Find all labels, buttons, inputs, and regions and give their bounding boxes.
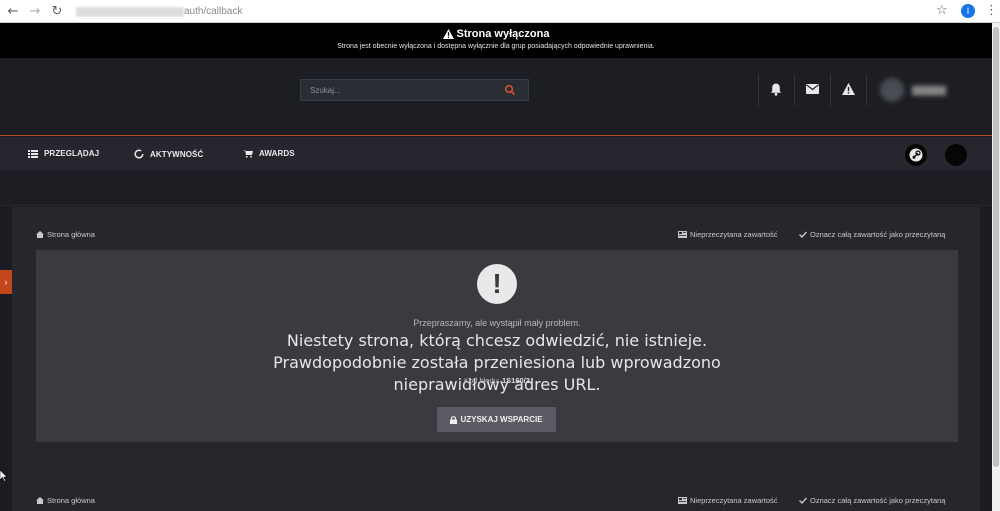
main-navigation: PRZEGLĄDAJ AKTYWNOŚĆ AWARDS xyxy=(0,137,992,171)
error-code: Kod błędu: 1S160/2 xyxy=(36,376,958,385)
reload-icon[interactable]: ↻ xyxy=(48,2,66,20)
user-name-redacted: ██████ xyxy=(912,85,947,95)
error-code-value: 1S160/2 xyxy=(502,376,530,385)
theme-toggle-button[interactable] xyxy=(945,144,967,166)
exclamation-icon: ! xyxy=(477,264,517,304)
alert-warning-icon[interactable] xyxy=(833,76,863,102)
header-separator xyxy=(866,74,867,106)
search-input[interactable] xyxy=(301,85,491,95)
check-icon xyxy=(799,497,807,504)
bookmark-star-icon[interactable]: ☆ xyxy=(936,3,948,18)
avatar xyxy=(880,78,904,102)
unread-content-label: Nieprzeczytana zawartość xyxy=(690,496,778,505)
site-header: ██████ xyxy=(0,58,992,136)
nav-item-browse[interactable]: PRZEGLĄDAJ xyxy=(28,149,99,158)
forward-icon[interactable]: → xyxy=(26,2,44,20)
search-box xyxy=(300,79,529,101)
header-separator xyxy=(758,74,759,106)
page-scrollbar[interactable] xyxy=(992,23,1000,511)
unread-content-link-bottom[interactable]: Nieprzeczytana zawartość xyxy=(678,496,778,505)
header-separator xyxy=(794,74,795,106)
breadcrumb-bottom[interactable]: Strona główna xyxy=(36,496,95,505)
error-panel: ! Przepraszamy, ale wystąpił mały proble… xyxy=(36,250,958,442)
breadcrumb[interactable]: Strona główna xyxy=(36,230,95,239)
get-support-button[interactable]: UZYSKAJ WSPARCIE xyxy=(437,407,556,432)
offline-banner: Strona wyłączona Strona jest obecnie wył… xyxy=(0,23,992,58)
mark-all-read-link-bottom[interactable]: Oznacz całą zawartość jako przeczytaną xyxy=(799,496,945,505)
mark-all-read-label: Oznacz całą zawartość jako przeczytaną xyxy=(810,496,946,505)
address-bar[interactable]: auth/callback xyxy=(72,2,932,21)
mark-all-read-label: Oznacz całą zawartość jako przeczytaną xyxy=(810,230,946,239)
breadcrumb-home-label: Strona główna xyxy=(47,230,95,239)
steam-icon xyxy=(909,148,923,162)
messages-envelope-icon[interactable] xyxy=(797,76,827,102)
offline-title-row: Strona wyłączona xyxy=(0,28,992,40)
url-text: auth/callback xyxy=(184,6,243,17)
nav-item-label: PRZEGLĄDAJ xyxy=(44,149,100,158)
check-icon xyxy=(799,231,807,238)
error-subtitle: Przepraszamy, ale wystąpił mały problem. xyxy=(413,318,581,328)
nav-item-label: AKTYWNOŚĆ xyxy=(150,149,204,159)
lock-icon xyxy=(450,415,458,424)
newspaper-icon xyxy=(678,497,687,504)
sub-header-bar xyxy=(0,171,992,206)
cart-icon xyxy=(243,150,253,158)
steam-login-button[interactable] xyxy=(905,144,927,166)
get-support-label: UZYSKAJ WSPARCIE xyxy=(460,415,543,424)
home-icon xyxy=(36,497,44,504)
browser-menu-icon[interactable]: ⋮ xyxy=(985,3,998,18)
list-icon xyxy=(28,149,38,158)
search-icon[interactable] xyxy=(504,84,516,96)
nav-item-activity[interactable]: AKTYWNOŚĆ xyxy=(134,149,203,159)
offline-title: Strona wyłączona xyxy=(456,28,550,40)
activity-spinner-icon xyxy=(134,149,144,159)
error-message: Niestety strona, którą chcesz odwiedzić,… xyxy=(273,331,721,394)
header-separator xyxy=(830,74,831,106)
nav-item-awards[interactable]: AWARDS xyxy=(243,149,295,158)
sidebar-toggle-chevron-icon[interactable]: › xyxy=(0,270,12,294)
home-icon xyxy=(36,231,44,238)
warning-icon xyxy=(442,29,454,39)
unread-content-label: Nieprzeczytana zawartość xyxy=(690,230,778,239)
unread-content-link[interactable]: Nieprzeczytana zawartość xyxy=(678,230,778,239)
url-redacted xyxy=(76,6,184,17)
error-code-label: Kod błędu: xyxy=(464,376,500,385)
offline-description: Strona jest obecnie wyłączona i dostępna… xyxy=(337,43,655,50)
newspaper-icon xyxy=(678,231,687,238)
nav-item-label: AWARDS xyxy=(259,149,295,158)
user-menu[interactable]: ██████ xyxy=(880,74,960,106)
breadcrumb-home-label: Strona główna xyxy=(47,496,95,505)
mouse-cursor-icon xyxy=(0,470,8,482)
browser-toolbar: ← → ↻ auth/callback ☆ I ⋮ xyxy=(0,0,1000,23)
profile-avatar[interactable]: I xyxy=(961,4,975,18)
back-icon[interactable]: ← xyxy=(4,2,22,20)
scrollbar-thumb[interactable] xyxy=(993,27,999,467)
mark-all-read-link[interactable]: Oznacz całą zawartość jako przeczytaną xyxy=(799,230,945,239)
notifications-bell-icon[interactable] xyxy=(761,76,791,102)
